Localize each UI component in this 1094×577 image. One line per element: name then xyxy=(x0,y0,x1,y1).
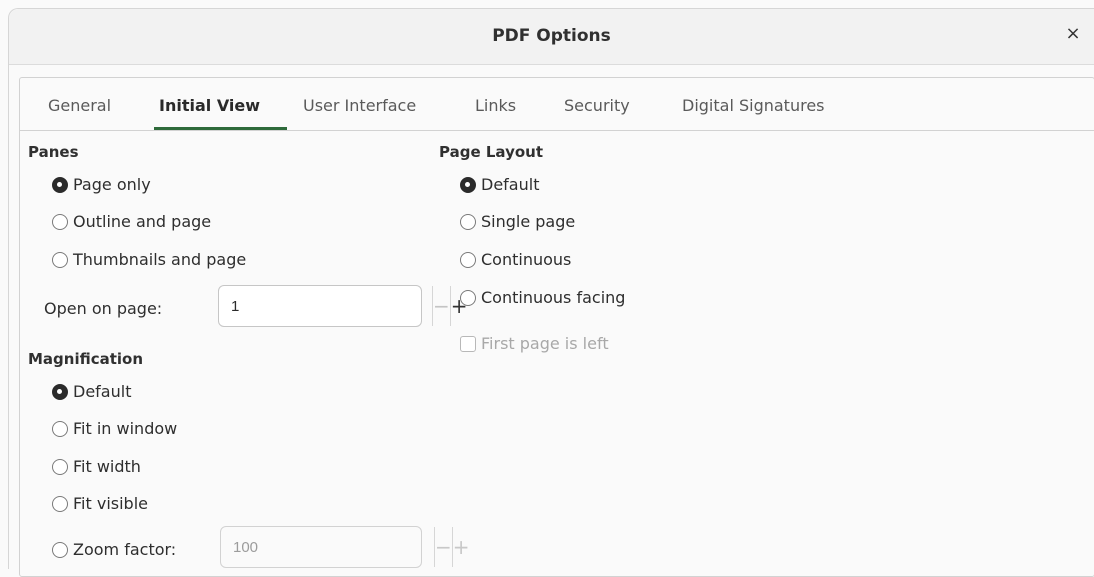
panes-page-only-radio[interactable]: Page only xyxy=(52,175,151,194)
zoom-factor-input[interactable] xyxy=(221,527,434,567)
first-page-left-checkbox[interactable]: First page is left xyxy=(460,334,609,353)
radio-label: Outline and page xyxy=(73,212,212,231)
radio-label: Page only xyxy=(73,175,151,194)
layout-default-radio[interactable]: Default xyxy=(460,175,539,194)
decrement-button[interactable]: − xyxy=(432,286,450,326)
increment-button[interactable]: + xyxy=(451,527,470,567)
radio-selected-icon xyxy=(460,176,476,193)
radio-label: Fit in window xyxy=(73,419,178,438)
radio-label: Continuous facing xyxy=(481,288,626,307)
panes-thumbnails-and-page-radio[interactable]: Thumbnails and page xyxy=(52,250,246,269)
radio-unselected-icon xyxy=(52,213,68,230)
checkbox-icon xyxy=(460,335,476,352)
tab-user-interface[interactable]: User Interface xyxy=(303,96,416,115)
layout-continuous-facing-radio[interactable]: Continuous facing xyxy=(460,288,625,307)
active-tab-indicator xyxy=(154,127,287,130)
panes-outline-and-page-radio[interactable]: Outline and page xyxy=(52,212,211,231)
layout-single-page-radio[interactable]: Single page xyxy=(460,212,575,231)
magnification-fit-width-radio[interactable]: Fit width xyxy=(52,457,141,476)
tab-security[interactable]: Security xyxy=(564,96,630,115)
tab-digital-signatures[interactable]: Digital Signatures xyxy=(682,96,825,115)
radio-unselected-icon xyxy=(52,541,68,558)
close-icon[interactable]: × xyxy=(1062,23,1084,45)
radio-label: Thumbnails and page xyxy=(73,250,247,269)
open-on-page-input[interactable] xyxy=(219,286,432,326)
decrement-button[interactable]: − xyxy=(434,527,452,567)
radio-label: Fit visible xyxy=(73,494,148,513)
radio-selected-icon xyxy=(52,176,68,193)
radio-selected-icon xyxy=(52,383,68,400)
tab-links[interactable]: Links xyxy=(475,96,516,115)
pdf-options-dialog: PDF Options × General Initial View User … xyxy=(8,8,1094,577)
open-on-page-spinner: − + xyxy=(218,285,468,327)
radio-unselected-icon xyxy=(460,251,476,268)
zoom-factor-spinner: − + xyxy=(220,526,470,568)
radio-unselected-icon xyxy=(52,458,68,475)
radio-label: Continuous xyxy=(481,250,572,269)
title-bar: PDF Options × xyxy=(9,9,1094,65)
radio-unselected-icon xyxy=(52,251,68,268)
open-on-page-label: Open on page: xyxy=(44,299,163,318)
radio-unselected-icon xyxy=(460,289,476,306)
tab-bar: General Initial View User Interface Link… xyxy=(20,78,1094,131)
tab-general[interactable]: General xyxy=(48,96,111,115)
magnification-default-radio[interactable]: Default xyxy=(52,382,131,401)
magnification-fit-visible-radio[interactable]: Fit visible xyxy=(52,494,148,513)
magnification-fit-in-window-radio[interactable]: Fit in window xyxy=(52,419,177,438)
dialog-title: PDF Options xyxy=(492,26,611,46)
magnification-zoom-factor-radio[interactable]: Zoom factor: xyxy=(52,540,176,559)
magnification-heading: Magnification xyxy=(28,350,144,368)
radio-label: Zoom factor: xyxy=(73,540,177,559)
layout-continuous-radio[interactable]: Continuous xyxy=(460,250,571,269)
panes-heading: Panes xyxy=(28,143,79,161)
tab-initial-view[interactable]: Initial View xyxy=(159,96,260,115)
checkbox-label: First page is left xyxy=(481,334,609,353)
radio-label: Default xyxy=(481,175,540,194)
radio-unselected-icon xyxy=(52,420,68,437)
radio-unselected-icon xyxy=(52,495,68,512)
radio-label: Fit width xyxy=(73,457,141,476)
options-notebook: General Initial View User Interface Link… xyxy=(19,77,1094,577)
page-layout-heading: Page Layout xyxy=(439,143,543,161)
radio-unselected-icon xyxy=(460,213,476,230)
radio-label: Default xyxy=(73,382,132,401)
radio-label: Single page xyxy=(481,212,576,231)
